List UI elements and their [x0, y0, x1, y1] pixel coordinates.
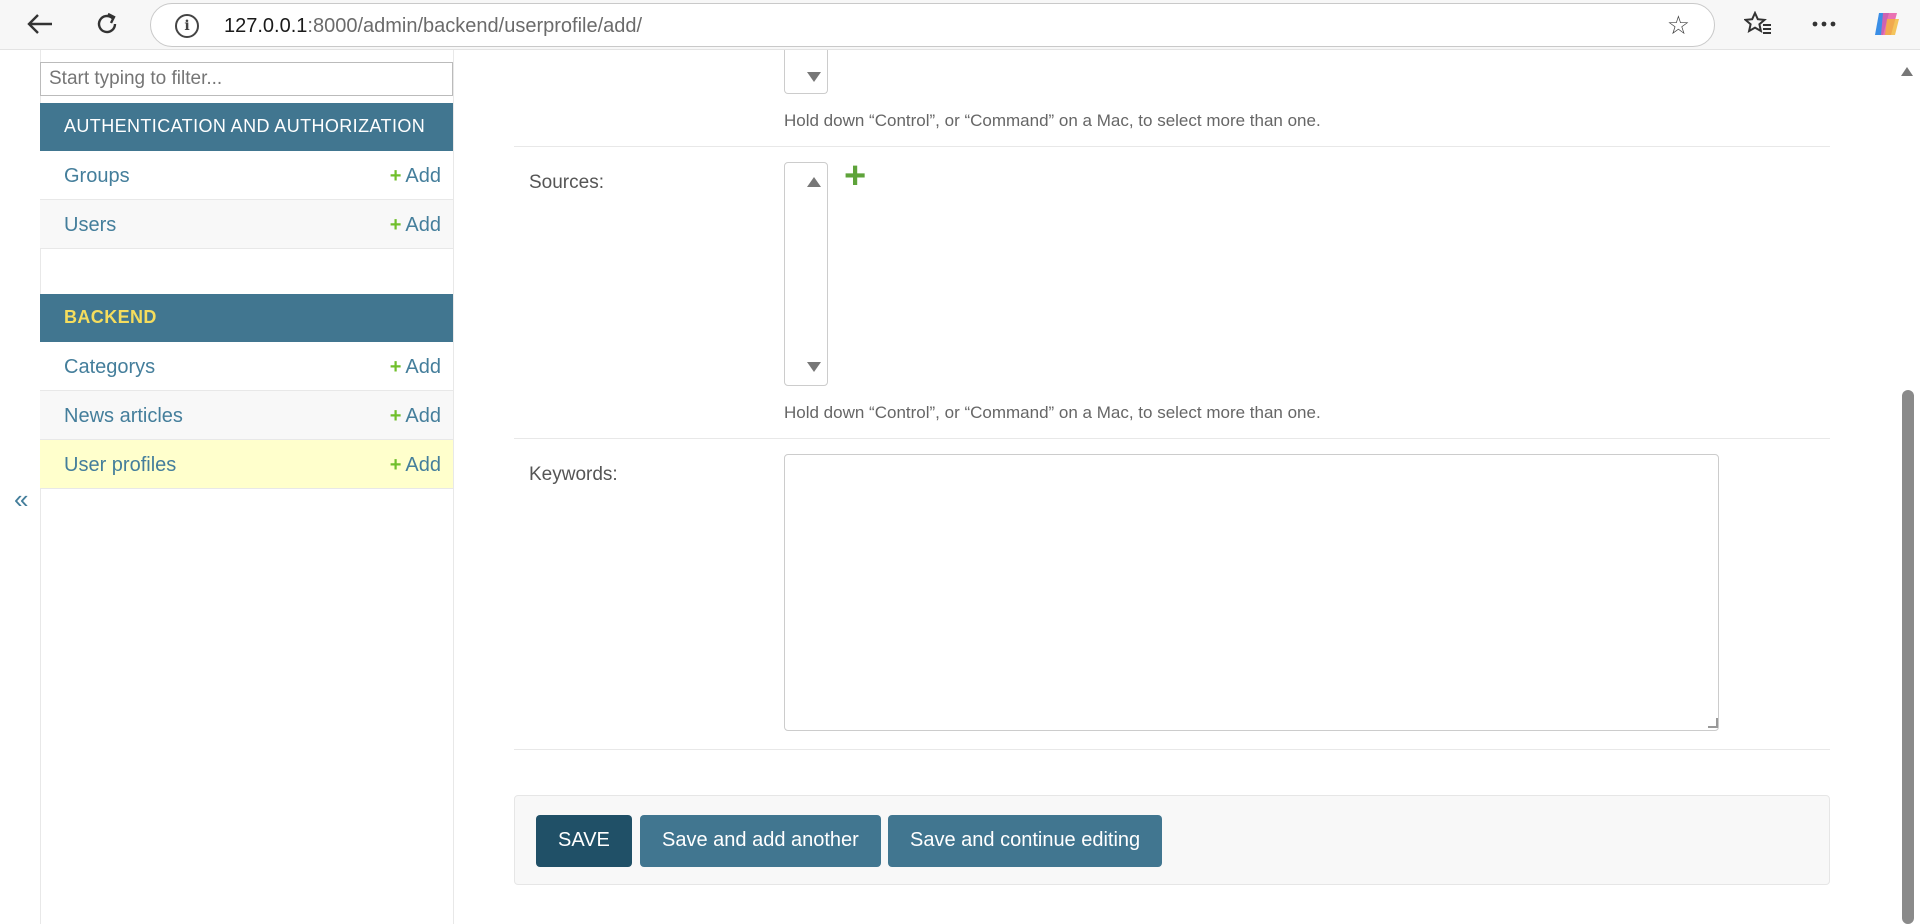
resize-handle-icon[interactable]	[1708, 718, 1718, 728]
keywords-textarea[interactable]	[784, 454, 1719, 731]
model-link-user-profiles[interactable]: User profiles	[64, 454, 176, 477]
scroll-down-arrow-icon[interactable]	[807, 72, 821, 82]
sidebar-collapse-toggle[interactable]: «	[14, 486, 28, 512]
sidebar-item-news-articles: News articles + Add	[40, 391, 453, 440]
plus-icon: +	[389, 405, 402, 427]
sidebar-item-users: Users + Add	[40, 200, 453, 249]
sources-label: Sources:	[529, 172, 604, 193]
help-text: Hold down “Control”, or “Command” on a M…	[784, 403, 1321, 422]
save-and-add-another-button[interactable]: Save and add another	[640, 815, 881, 867]
sidebar-item-groups: Groups + Add	[40, 151, 453, 200]
submit-row: SAVE Save and add another Save and conti…	[514, 795, 1830, 885]
page-scrollbar[interactable]	[1894, 50, 1920, 924]
keywords-label: Keywords:	[529, 464, 618, 485]
model-link-news-articles[interactable]: News articles	[64, 405, 183, 428]
save-button[interactable]: SAVE	[536, 815, 632, 867]
sidebar-item-user-profiles: User profiles + Add	[40, 440, 453, 489]
url-text: 127.0.0.1:8000/admin/backend/userprofile…	[224, 15, 643, 37]
plus-icon: +	[389, 214, 402, 236]
scroll-up-arrow-icon[interactable]	[807, 177, 821, 187]
address-bar[interactable]: i 127.0.0.1:8000/admin/backend/userprofi…	[150, 3, 1715, 47]
plus-icon: +	[389, 165, 402, 187]
back-arrow-icon[interactable]	[22, 6, 58, 42]
scroll-thumb[interactable]	[1902, 390, 1914, 924]
module-caption-backend[interactable]: BACKEND	[40, 294, 453, 342]
help-text: Hold down “Control”, or “Command” on a M…	[784, 111, 1321, 130]
form-row-keywords: Keywords:	[514, 439, 1830, 750]
scroll-down-arrow-icon[interactable]	[807, 362, 821, 372]
multi-select-previous[interactable]	[784, 50, 828, 94]
form-row-sources: Sources: + Hold down “Control”, or “Comm…	[514, 147, 1830, 439]
save-and-continue-button[interactable]: Save and continue editing	[888, 815, 1163, 867]
sidebar-item-categorys: Categorys + Add	[40, 342, 453, 391]
sources-multi-select[interactable]	[784, 162, 828, 386]
copilot-icon[interactable]	[1868, 6, 1904, 42]
add-categorys-link[interactable]: + Add	[390, 356, 441, 379]
browser-toolbar: i 127.0.0.1:8000/admin/backend/userprofi…	[0, 0, 1920, 50]
plus-icon: +	[389, 454, 402, 476]
plus-icon: +	[389, 356, 402, 378]
scroll-up-arrow-icon[interactable]	[1901, 67, 1913, 76]
add-source-plus-icon[interactable]: +	[844, 157, 866, 195]
more-options-icon[interactable]	[1806, 6, 1842, 42]
favorite-star-icon[interactable]: ☆	[1667, 12, 1690, 38]
favorites-list-icon[interactable]	[1740, 6, 1776, 42]
model-link-categorys[interactable]: Categorys	[64, 356, 155, 379]
model-link-users[interactable]: Users	[64, 214, 116, 237]
site-info-icon[interactable]: i	[175, 14, 199, 38]
module-caption-auth[interactable]: AUTHENTICATION AND AUTHORIZATION	[40, 103, 453, 151]
model-link-groups[interactable]: Groups	[64, 165, 130, 188]
form-row-previous-select: Hold down “Control”, or “Command” on a M…	[514, 50, 1830, 147]
add-users-link[interactable]: + Add	[390, 214, 441, 237]
add-user-profiles-link[interactable]: + Add	[390, 454, 441, 477]
nav-sidebar: AUTHENTICATION AND AUTHORIZATION Groups …	[40, 50, 454, 924]
add-groups-link[interactable]: + Add	[390, 165, 441, 188]
add-news-articles-link[interactable]: + Add	[390, 405, 441, 428]
reload-icon[interactable]	[89, 6, 125, 42]
sidebar-filter-input[interactable]	[40, 62, 453, 96]
